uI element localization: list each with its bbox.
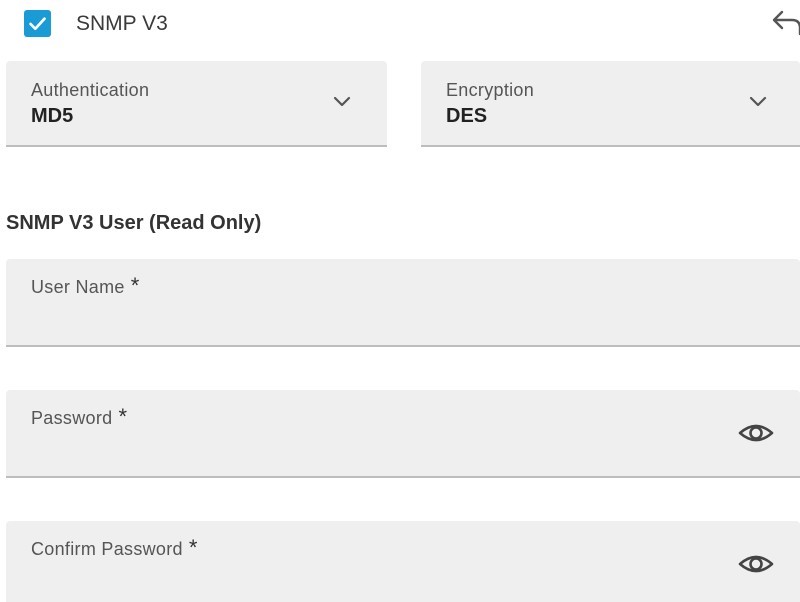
confirm-password-label: Confirm Password * [31, 535, 198, 565]
back-arrow-icon[interactable] [770, 8, 800, 38]
authentication-label: Authentication [31, 80, 150, 100]
encryption-select[interactable]: Encryption DES [421, 61, 800, 147]
eye-icon[interactable] [738, 420, 774, 446]
user-name-field[interactable]: User Name * [6, 259, 800, 347]
authentication-value: MD5 [31, 105, 74, 127]
confirm-password-input[interactable] [31, 569, 715, 597]
password-label: Password * [31, 404, 127, 434]
snmp-v3-settings-panel: SNMP V3 Authentication MD5 Encryption DE… [0, 0, 800, 602]
user-name-label-text: User Name [31, 277, 125, 297]
required-marker: * [188, 535, 198, 560]
section-title: SNMP V3 User (Read Only) [6, 212, 262, 234]
snmp-v3-label[interactable]: SNMP V3 [76, 10, 168, 37]
password-field[interactable]: Password * [6, 390, 800, 478]
authentication-select[interactable]: Authentication MD5 [6, 61, 387, 147]
confirm-password-label-text: Confirm Password [31, 539, 183, 559]
chevron-down-icon[interactable] [748, 95, 768, 109]
user-name-input[interactable] [31, 307, 715, 335]
confirm-password-field[interactable]: Confirm Password * [6, 521, 800, 602]
user-name-label: User Name * [31, 273, 140, 303]
required-marker: * [118, 404, 128, 429]
encryption-label: Encryption [446, 80, 535, 100]
check-icon [29, 17, 46, 31]
password-input[interactable] [31, 438, 715, 466]
snmp-v3-checkbox[interactable] [24, 10, 51, 37]
chevron-down-icon[interactable] [332, 95, 352, 109]
password-label-text: Password [31, 408, 113, 428]
eye-icon[interactable] [738, 551, 774, 577]
encryption-value: DES [446, 105, 488, 127]
required-marker: * [130, 273, 140, 298]
